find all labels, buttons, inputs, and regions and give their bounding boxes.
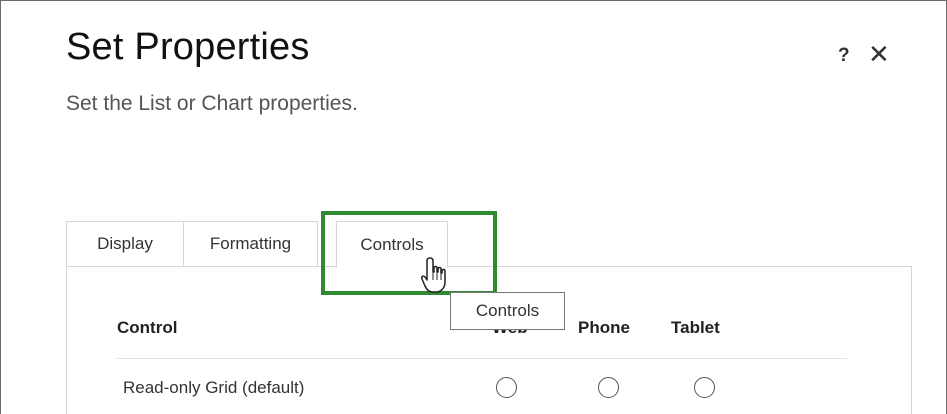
highlight-box [321, 211, 497, 295]
row-label-read-only-grid: Read-only Grid (default) [123, 378, 305, 397]
radio-web[interactable] [496, 377, 517, 398]
dialog-title: Set Properties [66, 26, 310, 68]
dialog-subtitle: Set the List or Chart properties. [66, 92, 358, 115]
column-header-tablet: Tablet [671, 318, 720, 337]
tooltip: Controls [450, 292, 565, 330]
tab-display[interactable]: Display [66, 221, 184, 267]
close-icon[interactable]: ✕ [868, 40, 890, 68]
hand-pointer-icon [421, 257, 446, 293]
column-header-phone: Phone [578, 318, 630, 337]
radio-phone[interactable] [598, 377, 619, 398]
column-header-control: Control [117, 318, 178, 337]
help-icon[interactable]: ? [838, 45, 850, 67]
tab-formatting[interactable]: Formatting [184, 221, 318, 267]
header-divider [116, 358, 847, 359]
radio-tablet[interactable] [694, 377, 715, 398]
